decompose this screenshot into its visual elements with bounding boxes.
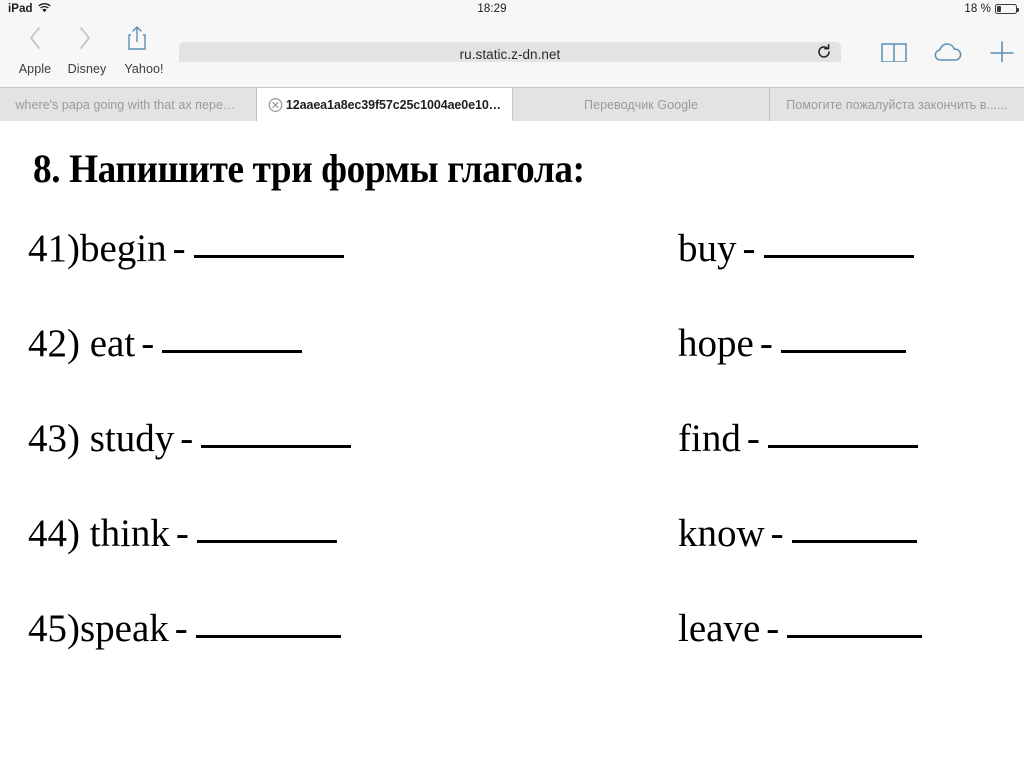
verb-dash: - xyxy=(742,227,756,270)
tab-2-title: 12aaea1a8ec39f57c25c1004ae0e10… xyxy=(285,97,502,112)
verb-dash: - xyxy=(180,417,194,460)
navigation-buttons xyxy=(10,22,164,58)
verb-dash: - xyxy=(174,607,188,650)
share-icon xyxy=(126,25,148,56)
browser-toolbar: ru.static.z-dn.net xyxy=(0,18,1024,67)
verb-dash: - xyxy=(746,417,760,460)
verb-label: know xyxy=(678,512,765,555)
verb-row: 44) think - xyxy=(28,514,588,609)
verb-row: know - xyxy=(678,514,1024,609)
verb-label: 43) study xyxy=(28,417,175,460)
reload-button[interactable] xyxy=(815,44,833,64)
verb-label: 45)speak xyxy=(28,607,169,650)
url-text: ru.static.z-dn.net xyxy=(459,47,561,62)
bookmark-apple[interactable]: Apple xyxy=(10,62,60,82)
status-bar: iPad 18:29 18 % xyxy=(0,0,1024,18)
chevron-left-icon xyxy=(28,26,42,55)
verb-row: 45)speak - xyxy=(28,609,588,704)
verb-row: 43) study - xyxy=(28,419,588,514)
status-bar-right: 18 % xyxy=(964,3,1019,15)
answer-blank[interactable] xyxy=(195,609,341,638)
bookmark-disney[interactable]: Disney xyxy=(60,62,114,82)
answer-blank[interactable] xyxy=(791,514,917,543)
verb-label: buy xyxy=(678,227,737,270)
verb-dash: - xyxy=(770,512,784,555)
verb-list-right: buy - hope - find - know - leave - xyxy=(678,229,1024,704)
verb-label: 44) think xyxy=(28,512,170,555)
verb-label: 42) eat xyxy=(28,322,136,365)
answer-blank[interactable] xyxy=(196,514,337,543)
verb-dash: - xyxy=(175,512,189,555)
verb-dash: - xyxy=(172,227,186,270)
tab-4-title: Помогите пожалуйста закончить в...... xyxy=(786,97,1008,112)
tab-close-icon[interactable] xyxy=(268,97,283,112)
bookmarks-bar: Apple Disney Yahoo! xyxy=(0,62,1024,87)
page-content: 8. Напишите три формы глагола: 41)begin … xyxy=(0,121,1024,768)
verb-row: find - xyxy=(678,419,1024,514)
verb-dash: - xyxy=(141,322,155,365)
verb-label: hope xyxy=(678,322,754,365)
tab-1[interactable]: where's papa going with that ax перев… xyxy=(0,88,257,121)
verb-label: leave xyxy=(678,607,761,650)
answer-blank[interactable] xyxy=(780,324,906,353)
chevron-right-icon xyxy=(78,26,92,55)
verb-dash: - xyxy=(766,607,780,650)
answer-blank[interactable] xyxy=(767,419,918,448)
verb-row: 42) eat - xyxy=(28,324,588,419)
battery-fill xyxy=(997,6,1001,12)
answer-blank[interactable] xyxy=(763,229,914,258)
verb-label: find xyxy=(678,417,741,460)
bookmark-yahoo[interactable]: Yahoo! xyxy=(116,62,172,82)
battery-icon xyxy=(995,4,1019,14)
back-button[interactable] xyxy=(10,22,60,58)
answer-blank[interactable] xyxy=(201,419,352,448)
forward-button[interactable] xyxy=(60,22,110,58)
answer-blank[interactable] xyxy=(193,229,344,258)
tab-4[interactable]: Помогите пожалуйста закончить в...... xyxy=(770,88,1024,121)
tab-1-title: where's papa going with that ax перев… xyxy=(15,97,241,112)
battery-percent-label: 18 % xyxy=(964,3,991,15)
page-title: 8. Напишите три формы глагола: xyxy=(33,146,585,191)
share-button[interactable] xyxy=(110,22,164,58)
verb-label: 41)begin xyxy=(28,227,167,270)
tab-3[interactable]: Переводчик Google xyxy=(513,88,770,121)
answer-blank[interactable] xyxy=(162,324,303,353)
verb-row: leave - xyxy=(678,609,1024,704)
verb-row: buy - xyxy=(678,229,1024,324)
status-bar-clock: 18:29 xyxy=(477,3,507,15)
tab-2-active[interactable]: 12aaea1a8ec39f57c25c1004ae0e10… xyxy=(257,88,513,121)
tab-3-title: Переводчик Google xyxy=(584,97,698,112)
tab-bar: where's papa going with that ax перев… 1… xyxy=(0,87,1024,121)
verb-list-left: 41)begin - 42) eat - 43) study - 44) thi… xyxy=(28,229,588,704)
verb-row: 41)begin - xyxy=(28,229,588,324)
answer-blank[interactable] xyxy=(787,609,923,638)
verb-dash: - xyxy=(759,322,773,365)
verb-row: hope - xyxy=(678,324,1024,419)
